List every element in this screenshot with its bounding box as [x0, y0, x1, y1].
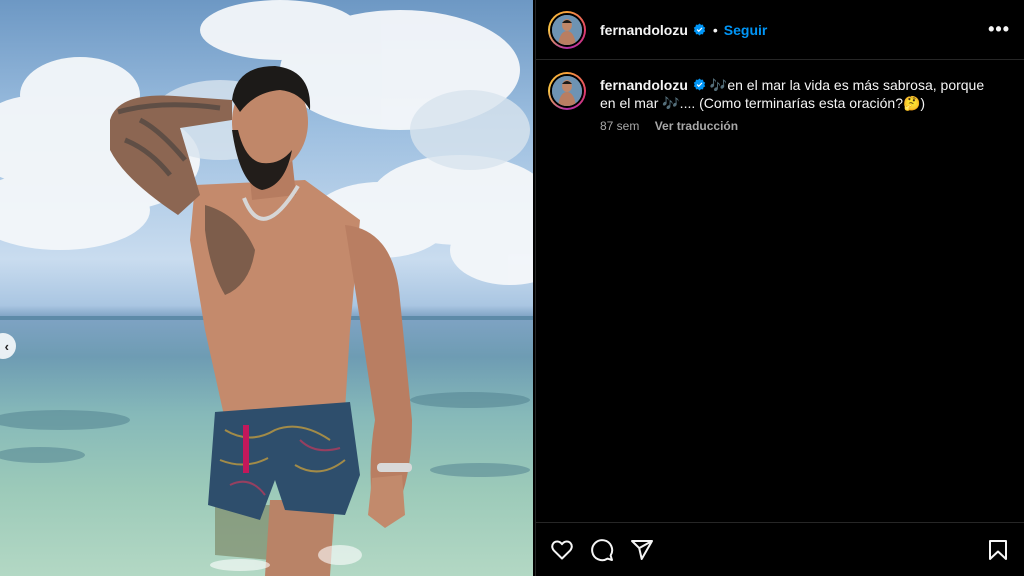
- like-button[interactable]: [550, 538, 574, 562]
- avatar-image: [552, 76, 582, 106]
- photo-illustration: [0, 0, 533, 576]
- caption-body: fernandolozu 🎶en el mar la vida es más s…: [600, 76, 1000, 133]
- avatar-image: [552, 14, 582, 45]
- comment-icon: [591, 538, 614, 561]
- post-details-panel: fernandolozu • Seguir ••• fernandolozu 🎶…: [535, 0, 1024, 576]
- share-button[interactable]: [630, 538, 654, 562]
- comment-button[interactable]: [590, 538, 614, 562]
- caption-meta: 87 sem Ver traducción: [600, 119, 1000, 133]
- heart-icon: [551, 540, 573, 559]
- post-header: fernandolozu • Seguir •••: [536, 0, 1024, 60]
- more-options-button[interactable]: •••: [988, 19, 1010, 40]
- save-button[interactable]: [986, 538, 1010, 562]
- see-translation-button[interactable]: Ver traducción: [655, 119, 738, 133]
- separator-dot: •: [712, 21, 718, 38]
- caption-avatar[interactable]: [548, 72, 586, 110]
- verified-badge-icon: [693, 78, 706, 91]
- follow-button[interactable]: Seguir: [724, 22, 768, 38]
- header-username[interactable]: fernandolozu: [600, 22, 688, 38]
- post-photo[interactable]: ‹: [0, 0, 533, 576]
- bookmark-icon: [989, 539, 1007, 560]
- timestamp[interactable]: 87 sem: [600, 119, 639, 133]
- caption-username[interactable]: fernandolozu: [600, 77, 688, 93]
- caption-text-block: fernandolozu 🎶en el mar la vida es más s…: [600, 76, 1000, 112]
- caption-comment: fernandolozu 🎶en el mar la vida es más s…: [536, 60, 1024, 133]
- avatar[interactable]: [548, 10, 586, 49]
- action-bar: [536, 522, 1024, 576]
- verified-badge-icon: [693, 23, 706, 36]
- share-icon: [631, 539, 653, 560]
